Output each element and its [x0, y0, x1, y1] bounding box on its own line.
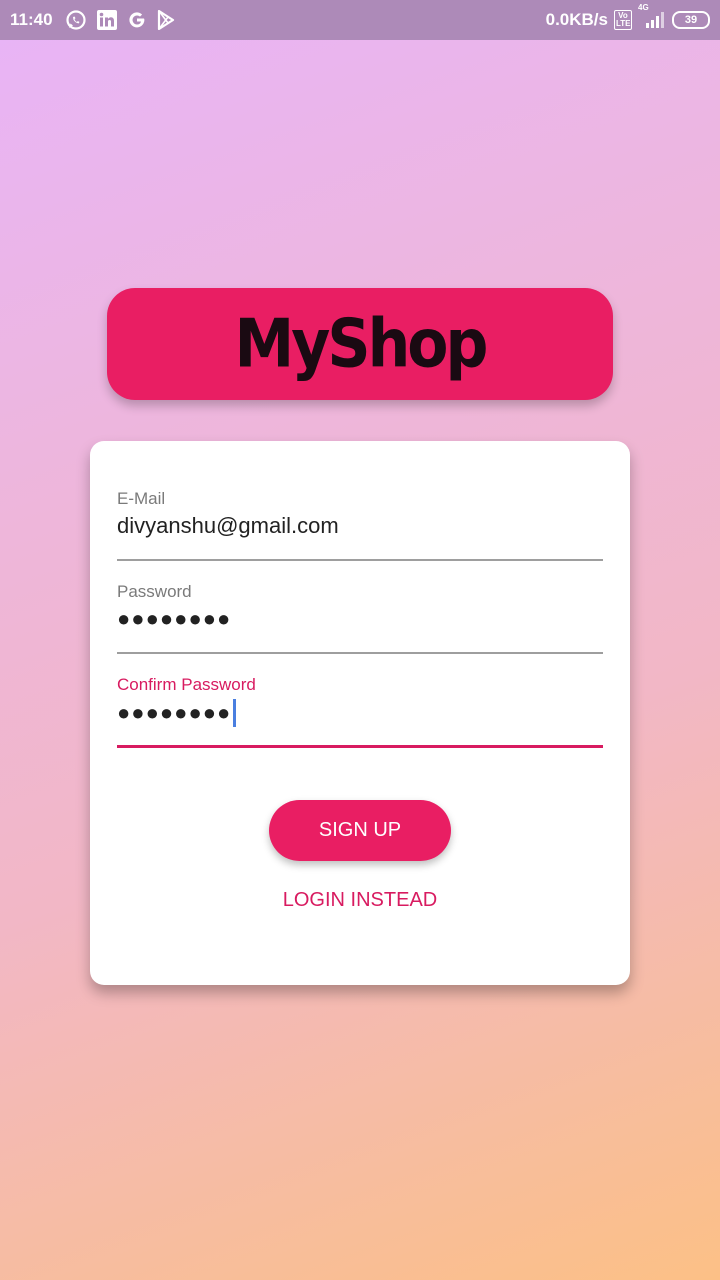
- email-value: divyanshu@gmail.com: [117, 513, 339, 538]
- confirm-password-value: ●●●●●●●●: [117, 700, 232, 725]
- linkedin-icon: [96, 10, 117, 30]
- play-store-icon: [157, 10, 175, 30]
- google-icon: [127, 10, 147, 30]
- password-value: ●●●●●●●●: [117, 606, 232, 631]
- logo-banner: MyShop: [107, 288, 613, 400]
- battery-icon: 39: [672, 11, 710, 29]
- signup-button[interactable]: SIGN UP: [269, 800, 451, 861]
- login-instead-button[interactable]: LOGIN INSTEAD: [90, 889, 630, 912]
- text-cursor: [233, 699, 237, 727]
- email-underline: [117, 559, 603, 561]
- signal-icon: 4G: [638, 3, 666, 29]
- network-speed: 0.0KB/s: [545, 10, 608, 29]
- signup-card: E-Mail divyanshu@gmail.com Password ●●●●…: [90, 441, 630, 985]
- whatsapp-icon: [65, 9, 87, 31]
- status-time: 11:40: [10, 10, 53, 29]
- confirm-password-label: Confirm Password: [117, 675, 256, 694]
- app-title: MyShop: [234, 304, 489, 384]
- confirm-password-input: ●●●●●●●●: [117, 699, 237, 727]
- email-label: E-Mail: [117, 489, 166, 508]
- password-underline: [117, 652, 603, 654]
- password-label: Password: [117, 582, 192, 601]
- volte-icon: Vo LTE: [614, 10, 632, 30]
- status-bar: 11:40 0.0KB/s Vo LTE 4G 39: [0, 0, 720, 40]
- confirm-password-underline: [117, 745, 603, 748]
